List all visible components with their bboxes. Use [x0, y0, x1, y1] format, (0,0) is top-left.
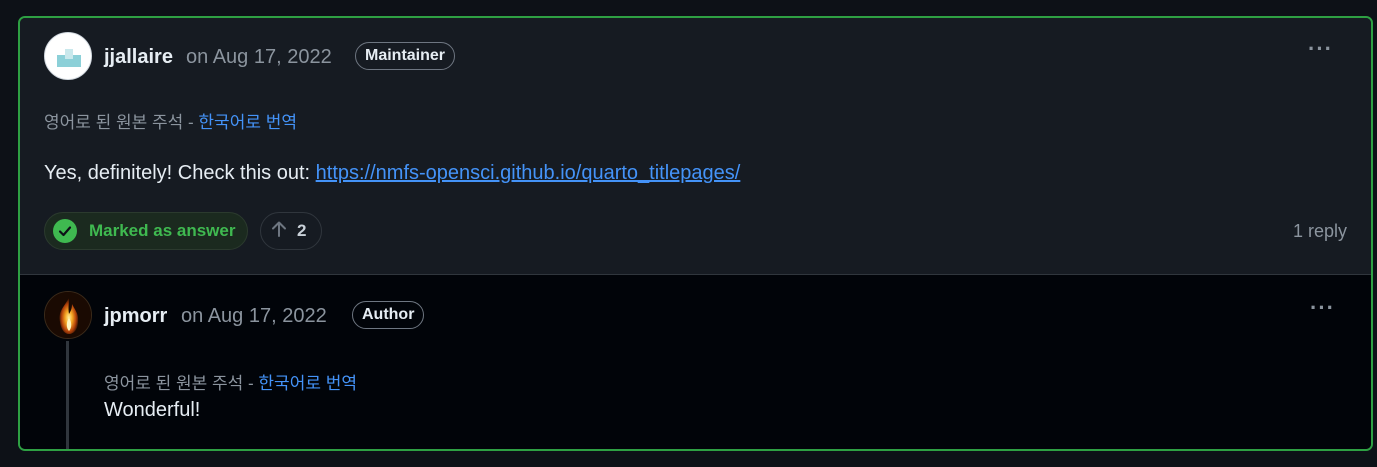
- translate-link[interactable]: 한국어로 번역: [258, 374, 357, 393]
- marked-as-answer-button[interactable]: Marked as answer: [44, 212, 248, 250]
- reply-count[interactable]: 1 reply: [1293, 221, 1347, 242]
- comment-body: Yes, definitely! Check this out: https:/…: [44, 162, 740, 185]
- translation-note: 영어로 된 원본 주석 - 한국어로 번역: [44, 108, 297, 133]
- arrow-up-icon: [271, 220, 287, 243]
- kebab-menu-icon[interactable]: ···: [1310, 295, 1335, 321]
- avatar-image: [45, 292, 91, 338]
- kebab-menu-icon[interactable]: ···: [1308, 36, 1333, 62]
- maintainer-badge: Maintainer: [355, 42, 456, 70]
- comment-body-link[interactable]: https://nmfs-opensci.github.io/quarto_ti…: [316, 162, 741, 184]
- thread-line: [66, 341, 69, 449]
- author-avatar[interactable]: [44, 32, 92, 80]
- upvote-count: 2: [297, 221, 307, 240]
- translation-note-text: 영어로 된 원본 주석 -: [104, 374, 254, 393]
- reply-date[interactable]: on Aug 17, 2022: [181, 305, 327, 328]
- comment-date[interactable]: on Aug 17, 2022: [186, 46, 332, 69]
- reply-translation-note: 영어로 된 원본 주석 - 한국어로 번역: [104, 369, 357, 394]
- avatar-image: [57, 49, 81, 67]
- reply-avatar[interactable]: [44, 291, 92, 339]
- upvote-button[interactable]: 2: [260, 212, 322, 250]
- reply-author[interactable]: jpmorr: [104, 305, 167, 328]
- author-badge: Author: [352, 301, 425, 329]
- answer-card: jjallaire on Aug 17, 2022 Maintainer ···…: [18, 16, 1373, 451]
- reply-body: Wonderful!: [104, 399, 201, 421]
- translation-note-text: 영어로 된 원본 주석 -: [44, 113, 194, 132]
- translate-link[interactable]: 한국어로 번역: [198, 113, 297, 132]
- reply-comment: jpmorr on Aug 17, 2022 Author ··· 영어로 된 …: [20, 275, 1371, 449]
- answer-comment: jjallaire on Aug 17, 2022 Maintainer ···…: [20, 18, 1371, 275]
- marked-as-answer-label: Marked as answer: [89, 221, 236, 240]
- comment-body-text: Yes, definitely! Check this out:: [44, 162, 311, 184]
- comment-author[interactable]: jjallaire: [104, 46, 173, 69]
- check-circle-icon: [53, 219, 77, 243]
